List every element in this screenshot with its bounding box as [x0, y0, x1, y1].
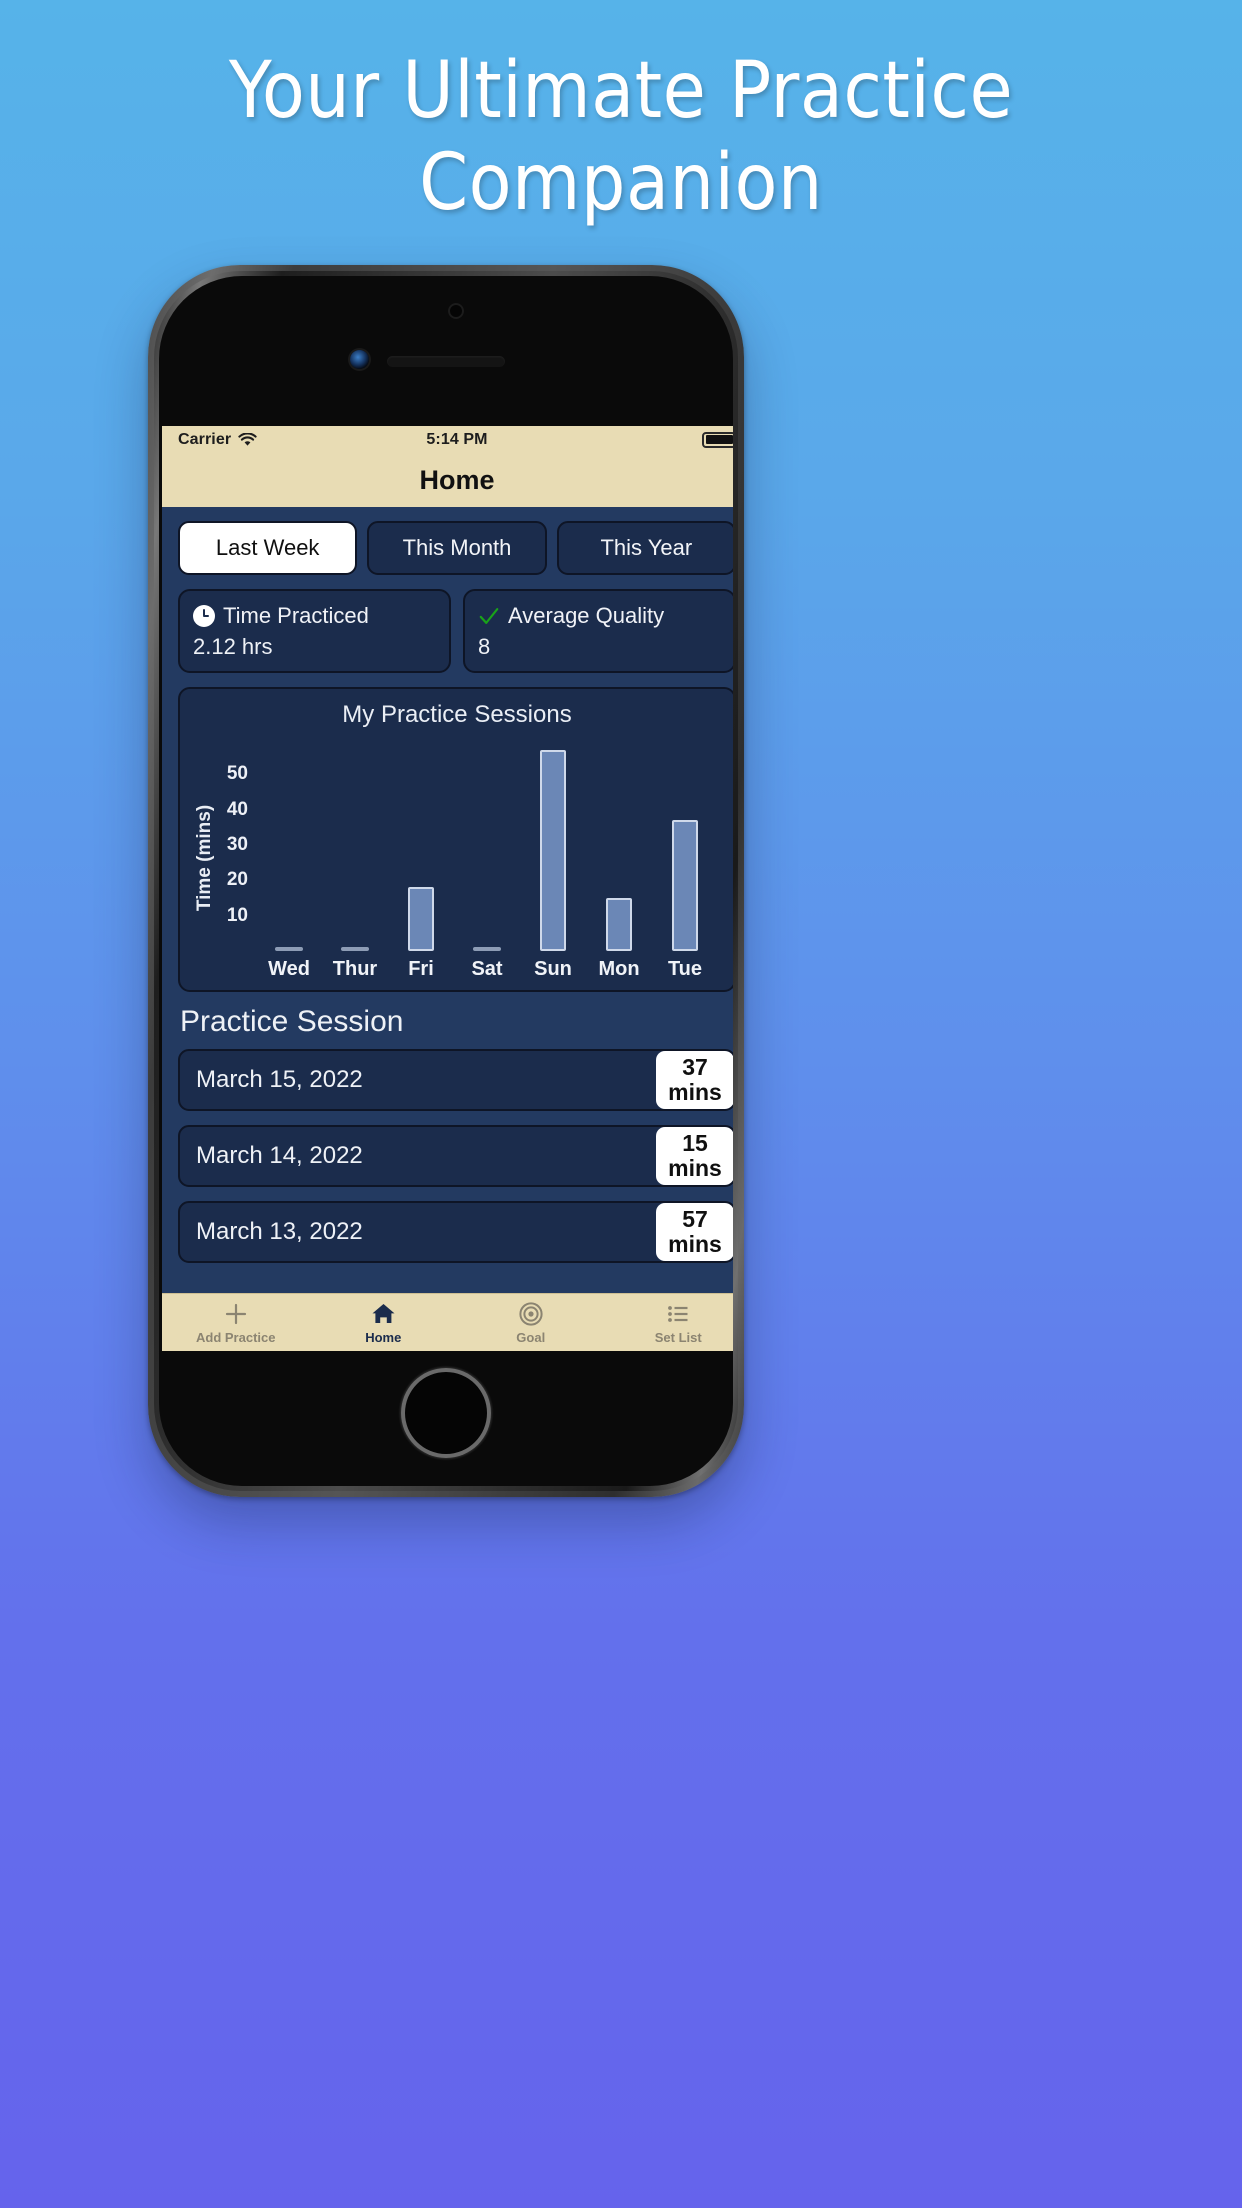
session-date: March 14, 2022: [196, 1142, 363, 1169]
chart-bars: Wed Thur Fri Sat Sun Mon Tue: [250, 735, 724, 981]
stat-card-header: Average Quality: [478, 603, 721, 629]
phone-bezel: Carrier 5:14 PM Home Last Week This Mont…: [154, 271, 738, 1491]
y-tick-50: 50: [226, 763, 248, 785]
session-date: March 15, 2022: [196, 1066, 363, 1093]
stat-title: Time Practiced: [223, 602, 369, 628]
chart-x-label: Thur: [332, 958, 378, 980]
app-screen: Carrier 5:14 PM Home Last Week This Mont…: [162, 426, 733, 1351]
summary-stats: Time Practiced 2.12 hrs Average Quality: [178, 589, 733, 673]
session-date: March 13, 2022: [196, 1218, 363, 1245]
y-axis-title: Time (mins): [194, 804, 216, 912]
session-unit: mins: [668, 1155, 722, 1181]
stat-card-time-practiced[interactable]: Time Practiced 2.12 hrs: [178, 589, 451, 673]
segment-last-week[interactable]: Last Week: [178, 521, 358, 575]
session-unit: mins: [668, 1079, 722, 1105]
chart-bar-thur: [341, 947, 369, 951]
chart-x-label: Sun: [534, 958, 572, 980]
clock-icon: [193, 604, 215, 627]
practice-sessions-chart: My Practice Sessions Time (mins) 10 20 30 4…: [178, 687, 733, 992]
chart-bar-column: Wed: [263, 735, 315, 981]
tab-label: Home: [365, 1329, 402, 1345]
tab-label: Add Practice: [196, 1329, 276, 1345]
chart-bar-column: Fri: [395, 735, 447, 981]
sessions-section-title: Practice Session: [180, 1005, 404, 1038]
headline-line-1: Your Ultimate Practice: [228, 46, 1014, 136]
front-camera: [350, 350, 369, 369]
session-duration-badge: 37 mins: [656, 1051, 733, 1109]
stat-value: 2.12 hrs: [193, 633, 273, 659]
segment-this-year[interactable]: This Year: [556, 521, 733, 575]
promo-headline: Your Ultimate Practice Companion: [0, 52, 1242, 222]
chart-bar-column: Sun: [527, 735, 579, 981]
stat-value: 8: [478, 633, 491, 659]
session-row[interactable]: March 14, 2022 15 mins: [178, 1125, 733, 1187]
chart-bar-column: Tue: [659, 735, 711, 981]
chart-x-label: Mon: [598, 958, 640, 980]
stat-card-header: Time Practiced: [193, 603, 436, 629]
chart-bar-column: Mon: [593, 735, 645, 981]
chart-bar-column: Sat: [461, 735, 513, 981]
clock-label: 5:14 PM: [426, 430, 488, 448]
tab-goal[interactable]: Goal: [457, 1301, 605, 1345]
chart-bar-column: Thur: [329, 735, 381, 981]
home-content: Last Week This Month This Year Time Prac…: [162, 507, 733, 1351]
phone-body: Carrier 5:14 PM Home Last Week This Mont…: [159, 276, 733, 1486]
tab-add-practice[interactable]: Add Practice: [162, 1301, 310, 1345]
tab-home[interactable]: Home: [310, 1301, 458, 1345]
session-row[interactable]: March 15, 2022 37 mins: [178, 1049, 733, 1111]
page-title: Home: [162, 453, 733, 507]
session-minutes: 15: [682, 1130, 708, 1157]
status-bar: Carrier 5:14 PM: [162, 426, 733, 453]
chart-y-axis-label: Time (mins): [190, 735, 216, 981]
stat-card-average-quality[interactable]: Average Quality 8: [463, 589, 733, 673]
proximity-sensor: [448, 303, 464, 319]
chart-bar-sat: [473, 947, 501, 951]
chart-bar-sun: [540, 749, 566, 951]
y-tick-10: 10: [226, 904, 248, 926]
chart-plot-area: Time (mins) 10 20 30 40 50 Wed Thur Fri Sat Sun M…: [190, 735, 724, 981]
bottom-tab-bar: Add Practice Home Goal Set List: [162, 1293, 733, 1351]
headline-line-2: Companion: [419, 138, 823, 228]
y-tick-40: 40: [226, 798, 248, 820]
chart-x-label: Wed: [268, 958, 310, 980]
chart-x-label: Tue: [667, 958, 703, 980]
session-minutes: 57: [682, 1206, 708, 1233]
chart-bar-fri: [408, 887, 434, 951]
segment-this-month[interactable]: This Month: [367, 521, 547, 575]
tab-label: Set List: [654, 1329, 702, 1345]
chart-bar-mon: [606, 898, 632, 951]
y-tick-20: 20: [226, 869, 248, 891]
period-segmented-control: Last Week This Month This Year: [178, 521, 733, 575]
tab-set-list[interactable]: Set List: [605, 1301, 734, 1345]
session-unit: mins: [668, 1231, 722, 1257]
phone-mockup: Carrier 5:14 PM Home Last Week This Mont…: [148, 265, 744, 1497]
chart-x-label: Fri: [408, 958, 434, 980]
battery-full-icon: [702, 431, 733, 448]
chart-bar-wed: [275, 947, 303, 951]
session-row[interactable]: March 13, 2022 57 mins: [178, 1201, 733, 1263]
home-button[interactable]: [401, 1368, 491, 1458]
list-icon: [665, 1301, 691, 1327]
chart-y-axis-ticks: 10 20 30 40 50: [216, 735, 250, 981]
plus-icon: [223, 1301, 249, 1327]
home-icon: [370, 1301, 397, 1327]
earpiece-speaker: [387, 356, 505, 367]
chart-x-label: Sat: [471, 958, 503, 980]
tab-label: Goal: [516, 1329, 546, 1345]
target-icon: [518, 1301, 544, 1327]
status-bar-right: [702, 431, 733, 448]
session-list: March 15, 2022 37 mins March 14, 2022 15 mins…: [178, 1049, 733, 1263]
session-duration-badge: 15 mins: [656, 1127, 733, 1185]
session-duration-badge: 57 mins: [656, 1203, 733, 1261]
session-minutes: 37: [682, 1054, 708, 1081]
stat-title: Average Quality: [508, 602, 665, 628]
chart-bar-tue: [672, 820, 698, 951]
check-icon: [479, 607, 499, 624]
y-tick-30: 30: [226, 834, 248, 855]
chart-title: My Practice Sessions: [342, 701, 572, 728]
